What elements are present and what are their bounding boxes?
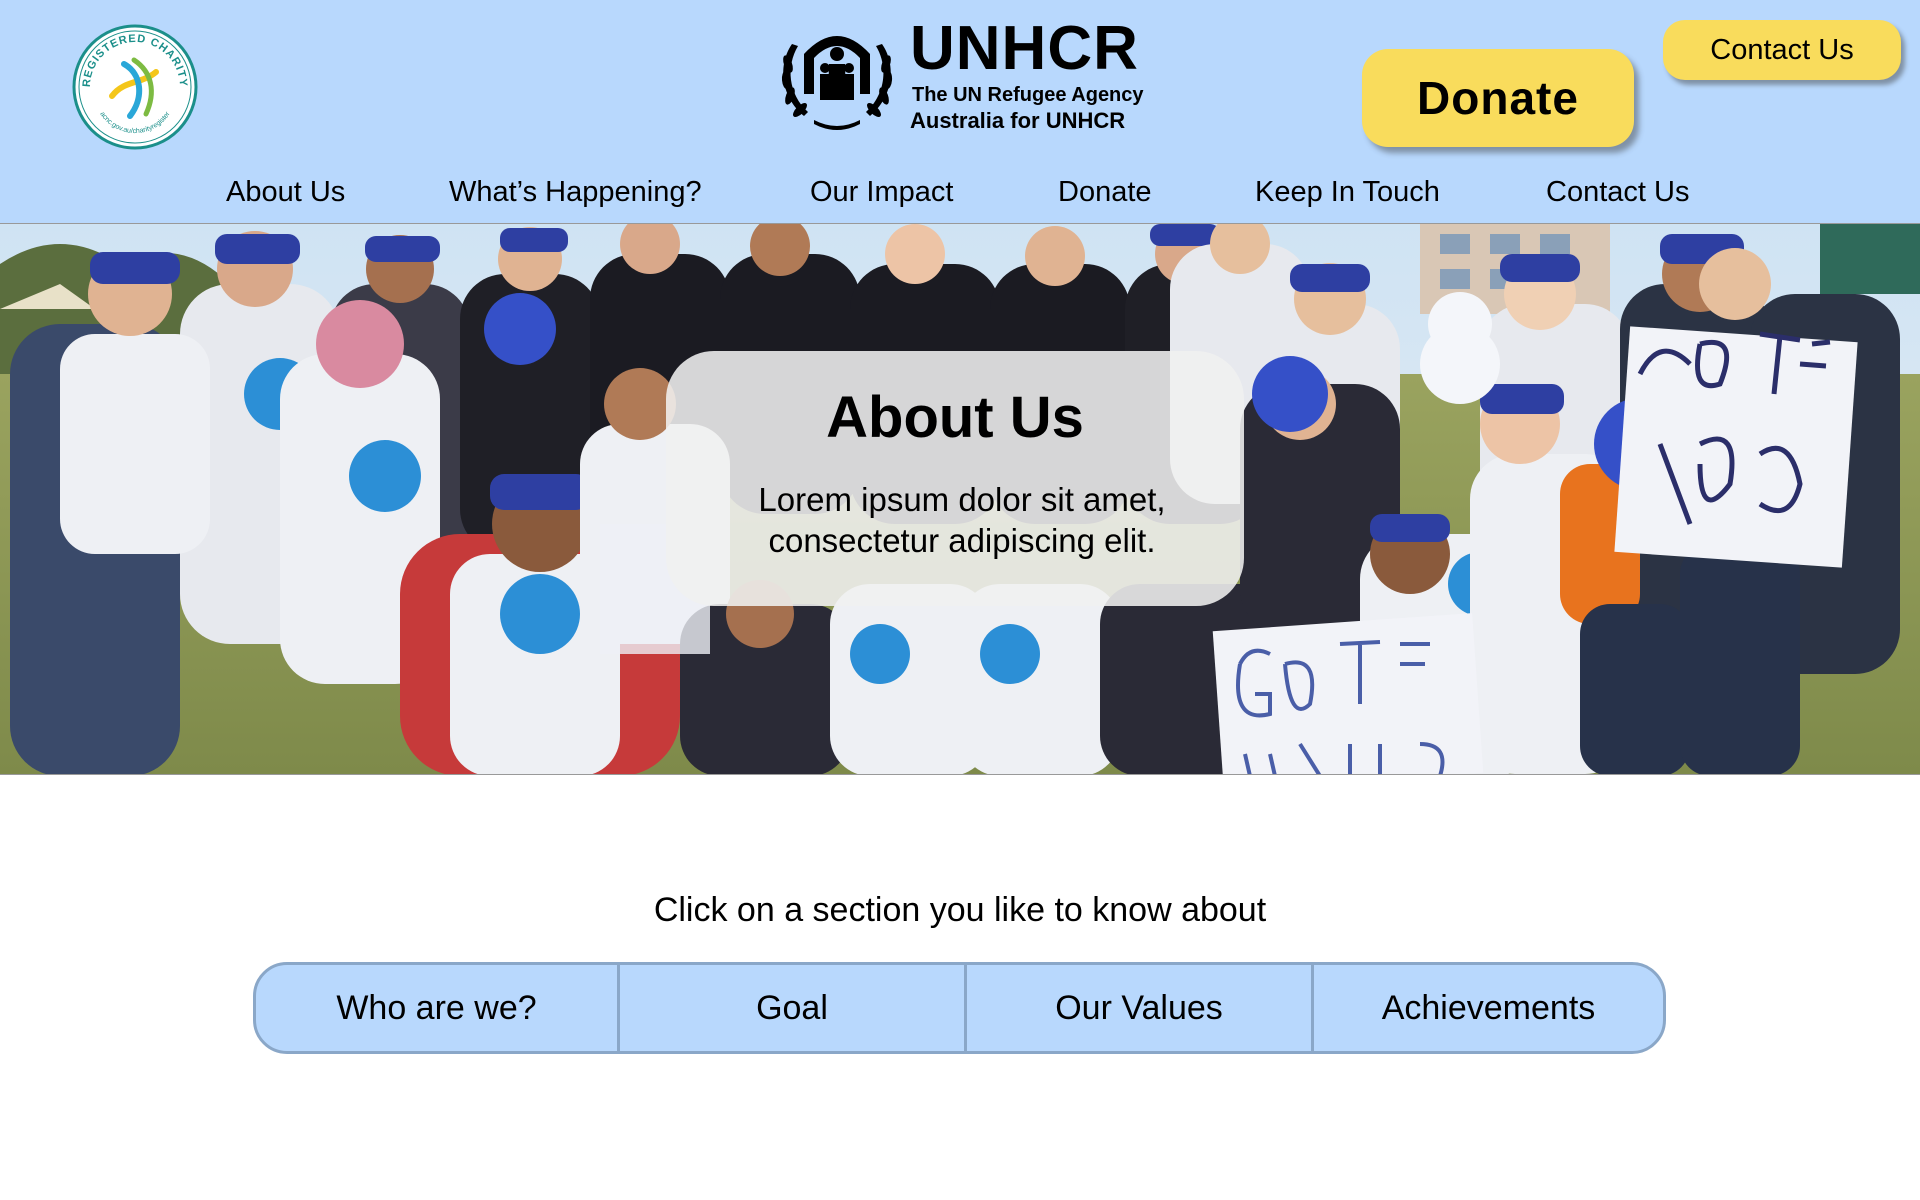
- donate-button[interactable]: Donate: [1362, 49, 1634, 147]
- brand-tagline: The UN Refugee Agency: [912, 84, 1144, 106]
- main-nav: About Us What’s Happening? Our Impact Do…: [0, 172, 1920, 216]
- hero-banner: About Us Lorem ipsum dolor sit amet, con…: [0, 223, 1920, 775]
- nav-item-keep-in-touch[interactable]: Keep In Touch: [1255, 172, 1440, 212]
- tab-achievements[interactable]: Achievements: [1314, 965, 1663, 1051]
- unhcr-logo[interactable]: UNHCR The UN Refugee Agency Australia fo…: [774, 18, 1154, 136]
- nav-item-about-us[interactable]: About Us: [226, 172, 345, 212]
- nav-item-donate[interactable]: Donate: [1058, 172, 1152, 212]
- hero-title: About Us: [826, 385, 1084, 450]
- nav-item-whats-happening[interactable]: What’s Happening?: [449, 172, 702, 212]
- brand-wordmark: UNHCR: [910, 14, 1139, 83]
- nav-item-our-impact[interactable]: Our Impact: [810, 172, 953, 212]
- hero-card: About Us Lorem ipsum dolor sit amet, con…: [666, 351, 1244, 606]
- tab-who-are-we[interactable]: Who are we?: [256, 965, 620, 1051]
- registered-charity-badge-icon[interactable]: REGISTERED CHARITY acnc.gov.au/charityre…: [72, 24, 198, 150]
- contact-us-button[interactable]: Contact Us: [1663, 20, 1901, 80]
- site-header: REGISTERED CHARITY acnc.gov.au/charityre…: [0, 0, 1920, 223]
- tab-our-values[interactable]: Our Values: [967, 965, 1314, 1051]
- nav-item-contact-us[interactable]: Contact Us: [1546, 172, 1689, 212]
- tab-goal[interactable]: Goal: [620, 965, 967, 1051]
- brand-subtagline: Australia for UNHCR: [910, 108, 1126, 133]
- hero-text: Lorem ipsum dolor sit amet, consectetur …: [758, 481, 1166, 559]
- section-tabs: Who are we? Goal Our Values Achievements: [253, 962, 1666, 1054]
- section-prompt: Click on a section you like to know abou…: [653, 891, 1267, 929]
- unhcr-laurel-emblem-icon: [781, 36, 893, 130]
